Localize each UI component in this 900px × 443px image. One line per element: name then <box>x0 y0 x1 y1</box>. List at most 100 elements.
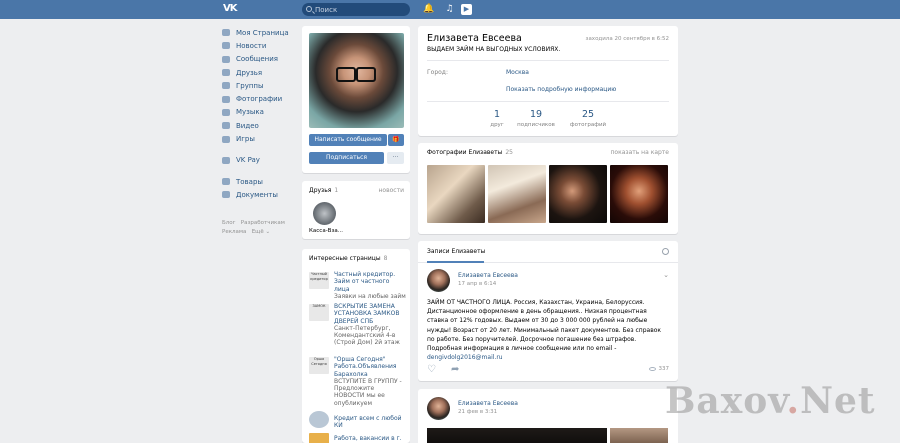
tab-wall-posts[interactable]: Записи Елизаветы <box>427 248 485 255</box>
vk-logo[interactable]: VK <box>223 3 239 16</box>
post-author-avatar[interactable] <box>427 269 450 292</box>
menu-item-games[interactable]: Игры <box>222 132 298 145</box>
counter-photos[interactable]: 25 фотографий <box>566 109 610 128</box>
post-text: ЗАЙМ ОТ ЧАСТНОГО ЛИЦА. Россия, Казахстан… <box>427 299 662 362</box>
home-icon <box>222 29 230 37</box>
games-icon <box>222 135 230 143</box>
search-box[interactable] <box>302 3 410 16</box>
music-note-icon[interactable]: ♫ <box>444 4 455 15</box>
divider <box>427 101 669 102</box>
counter-subscribers[interactable]: 19 подписчиков <box>516 109 556 128</box>
footer-link-developers[interactable]: Разработчикам <box>241 220 285 226</box>
menu-item-vk-pay[interactable]: VK Pay <box>222 154 298 167</box>
page-thumbnail: Частный кредитор <box>309 272 329 289</box>
menu-footer: Блог Разработчикам Реклама Ещё ⌄ <box>222 219 302 237</box>
more-actions-button[interactable]: ··· <box>387 152 404 164</box>
pages-count: 8 <box>383 255 388 262</box>
interesting-pages-card: Интересные страницы 8 Частный кредитор Ча… <box>302 249 410 443</box>
page-thumbnail: ЗАМОК <box>309 304 329 321</box>
footer-link-more[interactable]: Ещё ⌄ <box>252 229 270 235</box>
watermark: Baxov.Net <box>665 380 876 422</box>
search-icon <box>306 6 312 12</box>
page-thumbnail <box>309 433 329 443</box>
city-value[interactable]: Москва <box>506 69 529 76</box>
gift-button[interactable]: 🎁 <box>388 134 404 146</box>
menu-item-friends[interactable]: Друзья <box>222 66 298 79</box>
show-more-info-link[interactable]: Показать подробную информацию <box>506 86 616 93</box>
profile-avatar-card: Написать сообщение 🎁 Подписаться ··· <box>302 26 410 173</box>
subscribe-button[interactable]: Подписаться <box>309 152 384 164</box>
friends-news-link[interactable]: новости <box>379 187 405 194</box>
left-menu: Моя Страница Новости Сообщения Друзья Гр… <box>222 26 298 202</box>
page-title: Кредит всем с любой КИ <box>334 415 402 430</box>
menu-item-groups[interactable]: Группы <box>222 79 298 92</box>
menu-item-video[interactable]: Видео <box>222 119 298 132</box>
photo-thumbnail[interactable] <box>549 165 607 223</box>
post-date[interactable]: 17 апр в 6:14 <box>458 281 496 287</box>
active-tab-indicator <box>427 261 484 263</box>
post-image[interactable] <box>427 428 607 443</box>
photos-count: 25 <box>505 149 513 156</box>
wall-card: Записи Елизаветы Елизавета Евсеева 17 ап… <box>418 241 678 381</box>
page-desc: Санкт-Петербург, Комендантский 4-в (Стро… <box>334 324 400 347</box>
post-author-avatar[interactable] <box>427 397 450 420</box>
page-thumbnail <box>309 411 329 428</box>
profile-photo[interactable] <box>309 33 404 128</box>
divider <box>427 60 669 61</box>
page-desc: Заявки на любые займ <box>334 292 406 300</box>
search-icon[interactable] <box>662 248 669 255</box>
menu-item-messages[interactable]: Сообщения <box>222 53 298 66</box>
profile-status: ВЫДАЕМ ЗАЙМ НА ВЫГОДНЫХ УСЛОВИЯХ. <box>427 46 561 53</box>
search-input[interactable] <box>315 4 405 15</box>
show-on-map-link[interactable]: показать на карте <box>610 149 669 156</box>
footer-link-blog[interactable]: Блог <box>222 220 236 226</box>
post-email-link[interactable]: dengivdolg2016@mail.ru <box>427 354 503 361</box>
menu-item-news[interactable]: Новости <box>222 39 298 52</box>
profile-name: Елизавета Евсеева <box>427 33 522 44</box>
profile-info-card: Елизавета Евсеева ВЫДАЕМ ЗАЙМ НА ВЫГОДНЫ… <box>418 26 678 136</box>
document-icon <box>222 191 230 199</box>
glasses-shape <box>336 67 376 82</box>
page-desc: ВСТУПИТЕ В ГРУППУ - Предложите НОВОСТИ м… <box>334 377 402 407</box>
wall-post-card: Елизавета Евсеева 21 фев в 3:31 <box>418 389 678 443</box>
menu-item-my-page[interactable]: Моя Страница <box>222 26 298 39</box>
bell-icon[interactable]: 🔔 <box>423 4 434 15</box>
share-icon[interactable]: ➦ <box>451 365 459 375</box>
post-date[interactable]: 21 фев в 3:31 <box>458 409 497 415</box>
wall-tabs: Записи Елизаветы <box>418 241 678 263</box>
friend-item[interactable]: Касса-Вза... <box>309 202 343 234</box>
friend-name: Касса-Вза... <box>309 228 343 234</box>
page-title: "Орша Сегодня" Работа.Объявления Барахол… <box>334 356 397 378</box>
pages-header[interactable]: Интересные страницы 8 <box>309 255 387 262</box>
friends-card: Друзья 1 новости Касса-Вза... <box>302 181 410 239</box>
play-icon[interactable]: ▶ <box>461 4 472 15</box>
photos-header[interactable]: Фотографии Елизаветы 25 <box>427 149 513 156</box>
menu-item-music[interactable]: Музыка <box>222 106 298 119</box>
vk-pay-icon <box>222 156 230 164</box>
friends-header[interactable]: Друзья 1 <box>309 187 338 194</box>
post-image[interactable] <box>610 428 668 443</box>
footer-link-ads[interactable]: Реклама <box>222 229 246 235</box>
friends-count: 1 <box>334 187 339 194</box>
menu-separator <box>222 146 298 154</box>
last-seen: заходила 20 сентября в 6:52 <box>585 36 669 42</box>
photo-thumbnail[interactable] <box>488 165 546 223</box>
friend-avatar <box>312 202 336 225</box>
photos-card: Фотографии Елизаветы 25 показать на карте <box>418 143 678 234</box>
photo-thumbnail[interactable] <box>427 165 485 223</box>
menu-item-documents[interactable]: Документы <box>222 188 298 201</box>
counter-friends[interactable]: 1 друг <box>482 109 512 128</box>
goods-icon <box>222 178 230 186</box>
page-thumbnail: Орша Сегодня <box>309 357 329 374</box>
post-author[interactable]: Елизавета Евсеева <box>458 272 518 279</box>
heart-icon[interactable]: ♡ <box>427 365 436 375</box>
menu-item-goods[interactable]: Товары <box>222 175 298 188</box>
write-message-button[interactable]: Написать сообщение <box>309 134 387 146</box>
menu-item-photos[interactable]: Фотографии <box>222 92 298 105</box>
top-header: VK 🔔 ♫ ▶ <box>0 0 900 19</box>
news-icon <box>222 42 230 50</box>
message-icon <box>222 55 230 63</box>
chevron-down-icon[interactable]: ⌄ <box>663 271 669 279</box>
post-author[interactable]: Елизавета Евсеева <box>458 400 518 407</box>
photo-thumbnail[interactable] <box>610 165 668 223</box>
